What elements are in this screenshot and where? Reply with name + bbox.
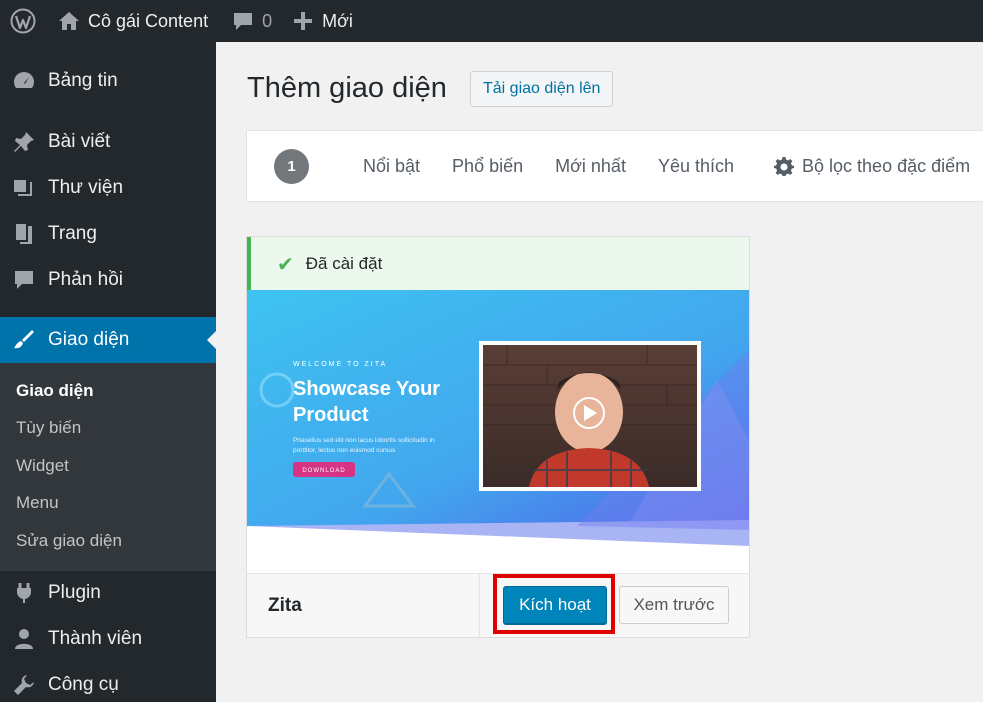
theme-count-badge: 1 <box>274 148 309 184</box>
installed-label: Đã cài đặt <box>305 254 383 273</box>
screenshot-eyebrow: WELCOME TO ZITA <box>293 361 387 368</box>
theme-filter-bar: 1 Nổi bật Phổ biến Mới nhất Yêu thích Bộ… <box>246 130 983 202</box>
home-icon <box>59 12 79 30</box>
submenu-item-theme-editor[interactable]: Sửa giao diện <box>0 522 216 560</box>
admin-sidebar: Bảng tin Bài viết Thư viện Trang Phản hồ… <box>0 42 216 702</box>
sidebar-item-label: Plugin <box>48 582 101 603</box>
sidebar-item-users[interactable]: Thành viên <box>0 616 216 662</box>
sidebar-item-dashboard[interactable]: Bảng tin <box>0 58 216 104</box>
page-icon <box>0 222 48 246</box>
submenu-item-widgets[interactable]: Widget <box>0 447 216 485</box>
wordpress-logo-icon[interactable] <box>0 0 46 42</box>
sidebar-item-tools[interactable]: Công cụ <box>0 662 216 702</box>
gear-icon <box>774 157 795 176</box>
comments-link[interactable]: 0 <box>218 0 282 42</box>
upload-theme-button[interactable]: Tải giao diện lên <box>470 71 614 107</box>
theme-name: Zita <box>268 595 302 616</box>
sidebar-item-media[interactable]: Thư viện <box>0 165 216 211</box>
screenshot-download: DOWNLOAD <box>302 468 345 474</box>
submenu-item-menus[interactable]: Menu <box>0 485 216 523</box>
theme-card[interactable]: ✔ Đã cài đặt WELCOME TO ZITA Showcase Yo… <box>246 236 750 638</box>
sidebar-item-comments[interactable]: Phản hồi <box>0 257 216 303</box>
filter-popular[interactable]: Phổ biến <box>452 156 523 177</box>
installed-notice: ✔ Đã cài đặt <box>247 237 749 291</box>
activate-button[interactable]: Kích hoạt <box>503 586 607 624</box>
wrench-icon <box>0 673 48 697</box>
sidebar-item-label: Giao diện <box>48 329 130 350</box>
feature-filter-button[interactable]: Bộ lọc theo đặc điểm <box>774 156 970 177</box>
theme-screenshot[interactable]: WELCOME TO ZITA Showcase Your Product Ph… <box>247 290 749 573</box>
sidebar-item-label: Bảng tin <box>48 70 118 91</box>
screenshot-headline-2: Product <box>293 404 369 426</box>
screenshot-body-2: porttitor, lectus non euismod cursus <box>293 447 396 454</box>
pin-icon <box>0 130 48 154</box>
plus-icon <box>294 12 313 30</box>
comments-count: 0 <box>262 10 273 31</box>
theme-card-footer: Zita Kích hoạt Xem trước <box>247 573 749 638</box>
sidebar-item-posts[interactable]: Bài viết <box>0 119 216 165</box>
sidebar-item-label: Trang <box>48 223 97 244</box>
brush-icon <box>0 328 48 352</box>
sidebar-item-label: Thành viên <box>48 628 143 649</box>
submenu-item-themes[interactable]: Giao diện <box>0 372 216 410</box>
screenshot-headline-1: Showcase Your <box>293 378 440 400</box>
sidebar-item-label: Phản hồi <box>48 269 124 290</box>
sidebar-item-label: Công cụ <box>48 674 119 695</box>
dashboard-icon <box>0 69 48 93</box>
filter-latest[interactable]: Mới nhất <box>555 156 626 177</box>
filter-featured[interactable]: Nổi bật <box>363 156 420 177</box>
media-icon <box>0 176 48 200</box>
screenshot-body-1: Phasellus sed elit non lacus lobortis so… <box>293 437 435 444</box>
sidebar-item-label: Bài viết <box>48 131 111 152</box>
sidebar-item-plugins[interactable]: Plugin <box>0 570 216 616</box>
admin-bar: Cô gái Content 0 Mới <box>0 0 983 42</box>
feature-filter-label: Bộ lọc theo đặc điểm <box>802 155 971 176</box>
sidebar-item-appearance[interactable]: Giao diện <box>0 317 216 363</box>
site-name: Cô gái Content <box>88 10 209 31</box>
comment-icon <box>234 13 253 30</box>
sidebar-item-pages[interactable]: Trang <box>0 211 216 257</box>
footer-divider <box>479 574 480 638</box>
checkmark-icon: ✔ <box>277 253 294 276</box>
comment-icon <box>0 268 48 292</box>
new-label: Mới <box>322 10 353 31</box>
page-title: Thêm giao diện <box>247 72 447 104</box>
plugin-icon <box>0 581 48 605</box>
filter-favorites[interactable]: Yêu thích <box>658 156 734 177</box>
site-name-link[interactable]: Cô gái Content <box>46 0 218 42</box>
new-content-link[interactable]: Mới <box>282 0 363 42</box>
user-icon <box>0 627 48 651</box>
sidebar-item-label: Thư viện <box>48 177 124 198</box>
submenu-item-customize[interactable]: Tùy biến <box>0 410 216 448</box>
appearance-submenu: Giao diện Tùy biến Widget Menu Sửa giao … <box>0 363 216 571</box>
live-preview-button[interactable]: Xem trước <box>619 586 729 624</box>
